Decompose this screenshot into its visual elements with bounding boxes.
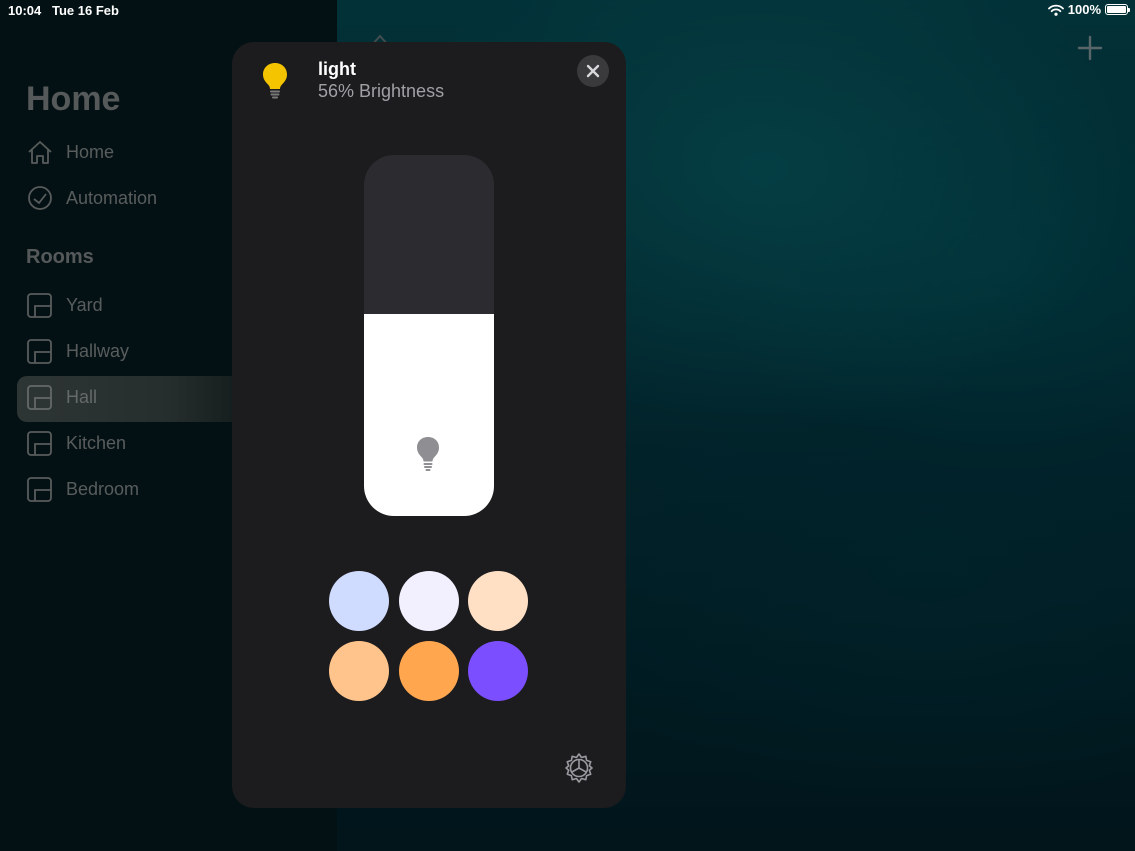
battery-percent: 100% (1067, 2, 1101, 17)
brightness-status: 56% Brightness (318, 81, 445, 101)
brightness-slider-fill (364, 313, 494, 516)
color-swatch-purple[interactable] (468, 641, 528, 701)
lightbulb-icon (263, 63, 287, 99)
close-icon (586, 64, 600, 78)
status-time: 10:04 (8, 3, 42, 18)
gear-icon (565, 753, 593, 783)
battery-icon (1105, 4, 1130, 15)
close-button[interactable] (577, 55, 609, 87)
light-control-panel: light 56% Brightness (232, 42, 626, 808)
brightness-slider[interactable] (364, 155, 494, 516)
color-swatch-warm-white[interactable] (468, 571, 528, 631)
status-date: Tue 16 Feb (52, 3, 119, 18)
wifi-icon (1047, 4, 1064, 16)
status-bar: 10:04 Tue 16 Feb 100% (0, 0, 1135, 22)
settings-gear-button[interactable] (562, 751, 596, 785)
color-swatch-orange[interactable] (399, 641, 459, 701)
color-swatch-light-orange[interactable] (329, 641, 389, 701)
color-swatch-cool-blue[interactable] (329, 571, 389, 631)
color-swatch-white[interactable] (399, 571, 459, 631)
slider-lightbulb-icon (417, 437, 439, 471)
accessory-name: light (318, 59, 356, 79)
